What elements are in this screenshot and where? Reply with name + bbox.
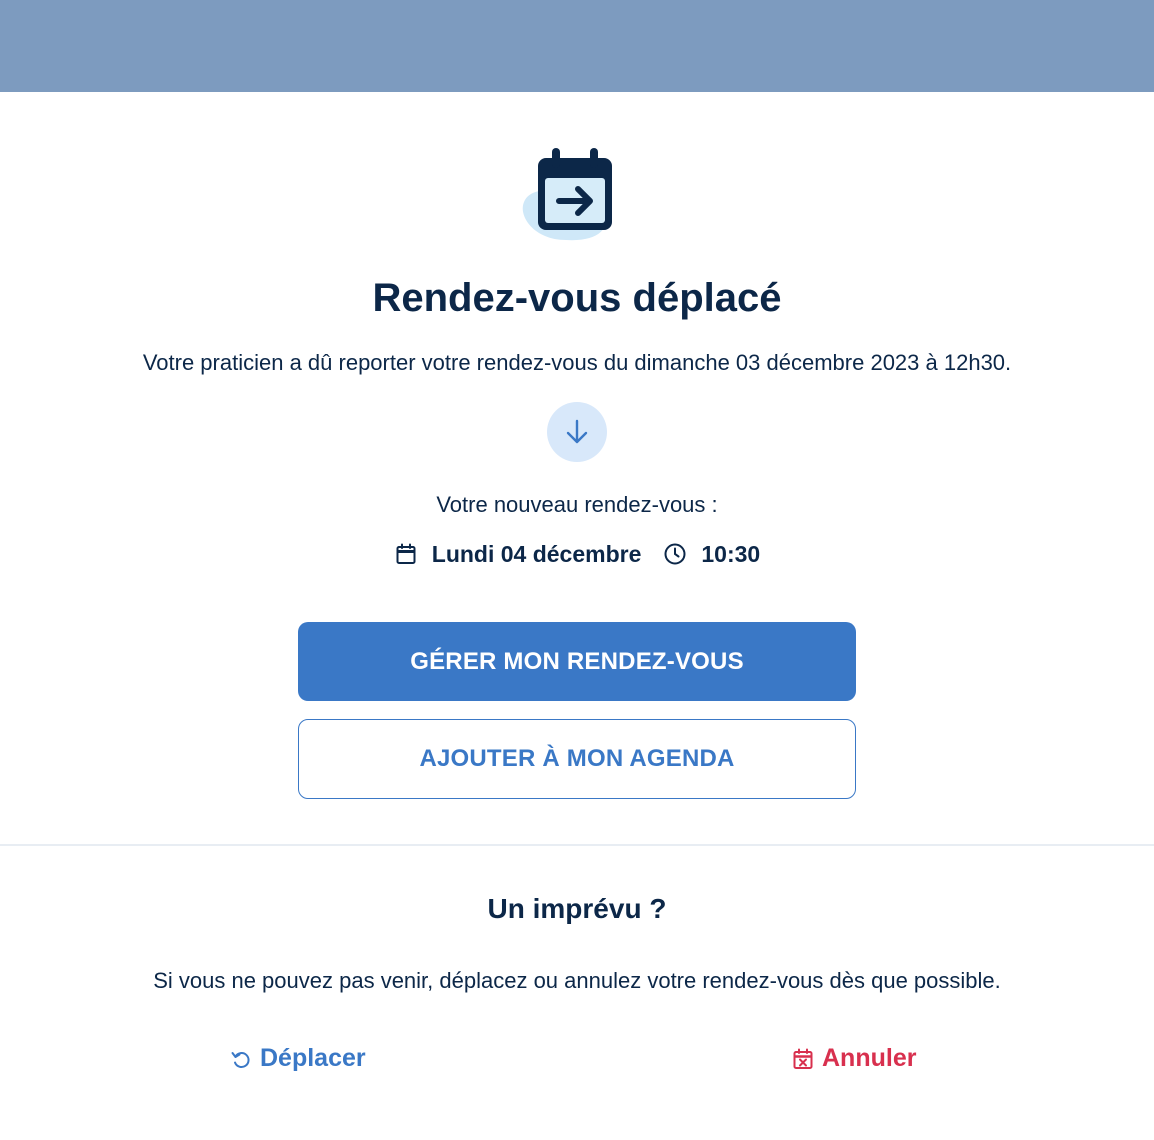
calendar-x-icon (792, 1048, 814, 1070)
manage-appointment-button[interactable]: GÉRER MON RENDEZ-VOUS (298, 622, 856, 701)
arrow-circle (547, 402, 607, 462)
cancel-appointment-link[interactable]: Annuler (792, 1044, 916, 1073)
section-divider (0, 844, 1154, 846)
move-appointment-link[interactable]: Déplacer (230, 1044, 366, 1073)
postponement-notice: Votre praticien a dû reporter votre rend… (142, 350, 1012, 375)
cancel-label: Annuler (822, 1044, 917, 1072)
hero-icon-area (0, 144, 1154, 264)
unexpected-text: Si vous ne pouvez pas venir, déplacez ou… (153, 968, 1001, 993)
calendar-icon (394, 542, 418, 566)
new-appointment-label: Votre nouveau rendez-vous : (436, 492, 718, 517)
reschedule-cancel-row: Déplacer Annuler (0, 1044, 1154, 1084)
move-label: Déplacer (260, 1044, 366, 1072)
action-buttons: GÉRER MON RENDEZ-VOUS AJOUTER À MON AGEN… (0, 622, 1154, 799)
arrow-indicator (0, 402, 1154, 462)
calendar-arrow-right-icon (522, 148, 612, 241)
top-banner (0, 0, 1154, 92)
unexpected-title: Un imprévu ? (487, 893, 667, 924)
appointment-time: 10:30 (701, 540, 761, 567)
page-title: Rendez-vous déplacé (372, 276, 782, 320)
add-to-calendar-button[interactable]: AJOUTER À MON AGENDA (298, 719, 856, 799)
clock-icon (663, 542, 687, 566)
undo-arrow-icon (230, 1048, 252, 1070)
arrow-down-icon (566, 419, 588, 444)
appointment-date: Lundi 04 décembre (431, 540, 642, 567)
new-appointment-datetime: Lundi 04 décembre 10:30 (0, 538, 1154, 570)
